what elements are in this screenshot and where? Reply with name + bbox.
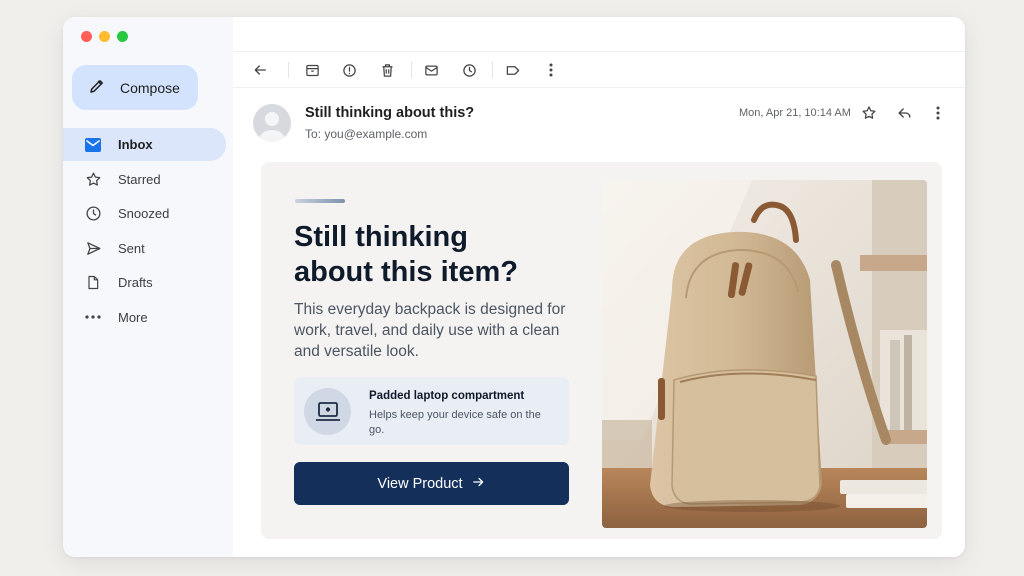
sidebar: Compose Inbox Starred Snoozed Sent Draft… (63, 17, 233, 557)
archive-icon[interactable] (302, 60, 322, 80)
mark-unread-icon[interactable] (421, 60, 441, 80)
sidebar-item-inbox[interactable]: Inbox (63, 128, 226, 161)
compose-button[interactable]: Compose (72, 65, 198, 110)
pencil-icon (88, 77, 106, 98)
accent-bar (295, 199, 345, 203)
label-icon[interactable] (503, 60, 523, 80)
sidebar-item-sent[interactable]: Sent (63, 232, 226, 265)
maximize-window-button[interactable] (117, 31, 128, 42)
back-arrow-icon[interactable] (250, 60, 270, 80)
trash-icon[interactable] (377, 60, 397, 80)
more-vertical-icon[interactable] (928, 103, 948, 123)
sidebar-nav: Inbox Starred Snoozed Sent Drafts More (63, 128, 226, 335)
email-subject: Still thinking about this? (305, 105, 475, 121)
sidebar-item-label: Drafts (118, 275, 153, 290)
snooze-icon[interactable] (459, 60, 479, 80)
close-window-button[interactable] (81, 31, 92, 42)
headline-line: Still thinking (294, 221, 468, 253)
feature-title: Padded laptop compartment (369, 390, 525, 402)
sidebar-item-label: More (118, 309, 148, 325)
reply-icon[interactable] (894, 103, 914, 123)
sidebar-item-label: Sent (118, 240, 145, 256)
view-product-button[interactable]: View Product (294, 462, 569, 505)
report-spam-icon[interactable] (339, 60, 359, 80)
sidebar-item-more[interactable]: More (63, 301, 226, 334)
minimize-window-button[interactable] (99, 31, 110, 42)
sender-avatar (253, 104, 291, 142)
sidebar-item-starred[interactable]: Starred (63, 163, 226, 196)
more-vertical-icon[interactable] (541, 60, 561, 80)
arrow-right-icon (471, 475, 486, 493)
email-recipient: To: you@example.com (305, 127, 428, 141)
sidebar-item-drafts[interactable]: Drafts (63, 266, 226, 299)
cta-label: View Product (377, 475, 463, 492)
promo-body: This everyday backpack is designed for w… (294, 301, 566, 360)
backpack-product-image[interactable] (602, 180, 927, 528)
window-controls (81, 31, 128, 42)
email-date: Mon, Apr 21, 10:14 AM (739, 107, 851, 119)
toolbar-divider (411, 62, 412, 78)
message-pane: Still thinking about this? To: you@examp… (233, 17, 965, 557)
more-horizontal-icon (84, 308, 102, 326)
feature-description: Helps keep your device safe on the go. (369, 409, 541, 436)
clock-icon (84, 205, 102, 223)
sidebar-item-label: Snoozed (118, 206, 170, 221)
sidebar-item-snoozed[interactable]: Snoozed (63, 197, 226, 230)
send-icon (84, 239, 102, 257)
promo-headline: Still thinking about this item? (294, 220, 554, 290)
email-body-card: Still thinking about this item? This eve… (261, 162, 942, 539)
headline-line: about this item? (294, 256, 518, 288)
toolbar-divider (492, 62, 493, 78)
inbox-icon (84, 136, 102, 154)
message-toolbar (233, 51, 965, 88)
sidebar-item-label: Starred (118, 171, 161, 187)
draft-icon (84, 274, 102, 292)
sidebar-item-label: Inbox (118, 137, 153, 152)
star-icon[interactable] (859, 103, 879, 123)
compose-label: Compose (120, 79, 180, 96)
star-icon (84, 170, 102, 188)
feature-callout: Padded laptop compartment Helps keep you… (294, 377, 569, 445)
toolbar-divider (288, 62, 289, 78)
mail-window: Compose Inbox Starred Snoozed Sent Draft… (63, 17, 965, 557)
laptop-icon (304, 388, 351, 435)
